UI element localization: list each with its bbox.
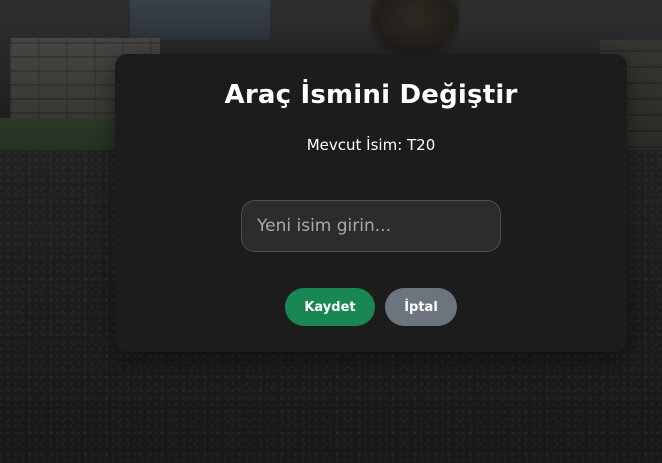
dialog-title: Araç İsmini Değiştir [224, 80, 518, 110]
new-name-input[interactable] [241, 200, 501, 252]
cancel-button[interactable]: İptal [385, 288, 457, 326]
save-button[interactable]: Kaydet [285, 288, 375, 326]
current-name-label: Mevcut İsim: T20 [306, 136, 436, 154]
rename-vehicle-dialog: Araç İsmini Değiştir Mevcut İsim: T20 Ka… [115, 54, 627, 352]
